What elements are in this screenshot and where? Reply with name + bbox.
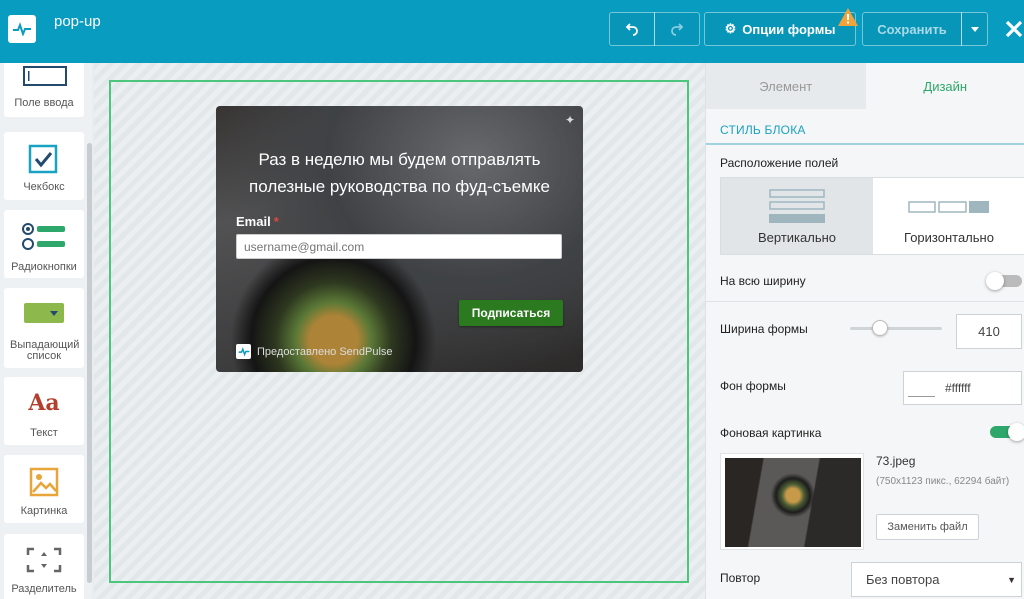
palette-item-label: Чекбокс — [23, 181, 65, 193]
editor-canvas: ✦ Раз в неделю мы будем отправлять полез… — [94, 63, 705, 599]
form-heading[interactable]: Раз в неделю мы будем отправлять полезны… — [226, 146, 573, 200]
form-width-label: Ширина формы — [720, 322, 808, 336]
sendpulse-logo-icon[interactable] — [8, 15, 36, 43]
toggle-knob — [986, 272, 1004, 290]
gear-icon: ⚙ — [724, 21, 737, 36]
palette-item-input[interactable]: Поле ввода — [4, 63, 84, 117]
repeat-select-value: Без повтора — [866, 572, 940, 587]
subscribe-button[interactable]: Подписаться — [459, 300, 563, 326]
layout-horizontal-label: Горизонтально — [904, 230, 994, 245]
form-bg-label: Фон формы — [720, 379, 786, 393]
pin-icon[interactable]: ✦ — [565, 113, 575, 127]
tab-design[interactable]: Дизайн — [865, 63, 1024, 109]
email-input[interactable] — [236, 234, 562, 259]
field-layout-selector: Вертикально Горизонтально — [720, 177, 1024, 255]
bg-image-label: Фоновая картинка — [720, 426, 822, 440]
text-icon: Aa — [28, 390, 60, 416]
form-bg-color-value[interactable]: #ffffff — [945, 381, 971, 395]
section-title[interactable]: СТИЛЬ БЛОКА — [720, 123, 806, 137]
image-icon — [29, 467, 59, 497]
field-layout-label: Расположение полей — [720, 156, 839, 170]
redo-button[interactable] — [654, 12, 700, 46]
close-icon[interactable] — [1004, 17, 1024, 41]
radio-buttons-icon — [22, 223, 65, 250]
top-bar: pop-up ⚙ Опции формы Сохранить — [0, 0, 1024, 63]
palette-item-label: Выпадающий список — [10, 339, 80, 362]
checkbox-icon — [28, 144, 58, 174]
form-options-button[interactable]: ⚙ Опции формы — [704, 12, 856, 46]
form-width-input[interactable]: 410 — [956, 314, 1022, 349]
settings-panel: Элемент Дизайн СТИЛЬ БЛОКА Расположение … — [705, 63, 1024, 599]
palette-item-label: Текст — [30, 427, 58, 439]
repeat-label: Повтор — [720, 571, 761, 585]
palette-item-divider[interactable]: Разделитель — [4, 534, 84, 599]
layout-vertical-label: Вертикально — [757, 230, 837, 245]
redo-icon — [671, 23, 684, 36]
layout-horizontal-option[interactable]: Горизонтально — [873, 178, 1024, 254]
warning-icon[interactable] — [837, 7, 859, 27]
panel-tabs: Элемент Дизайн — [706, 63, 1024, 109]
form-preview[interactable]: ✦ Раз в неделю мы будем отправлять полез… — [216, 106, 583, 372]
chevron-down-icon: ▼ — [1007, 575, 1016, 585]
replace-file-button[interactable]: Заменить файл — [876, 514, 979, 540]
powered-by-text: Предоставлено SendPulse — [257, 345, 393, 358]
divider-icon — [26, 547, 62, 573]
form-bg-color-picker[interactable]: #ffffff — [903, 371, 1022, 405]
bg-image-file-name: 73.jpeg — [876, 454, 916, 468]
form-width-slider[interactable] — [850, 327, 942, 330]
bg-image-file-meta: (750x1123 пикс., 62294 байт) — [876, 476, 1010, 487]
save-button[interactable]: Сохранить — [862, 12, 962, 46]
sendpulse-logo-icon — [236, 344, 251, 359]
form-title: pop-up — [54, 13, 101, 30]
color-swatch[interactable] — [908, 379, 935, 397]
palette-item-dropdown[interactable]: Выпадающий список — [4, 288, 84, 368]
layout-vertical-option[interactable]: Вертикально — [721, 178, 873, 254]
full-width-label: На всю ширину — [720, 274, 806, 288]
tab-element[interactable]: Элемент — [706, 63, 866, 109]
powered-by[interactable]: Предоставлено SendPulse — [236, 344, 393, 359]
palette-item-radio[interactable]: Радиокнопки — [4, 210, 84, 278]
palette-item-label: Разделитель — [11, 583, 77, 595]
horizontal-layout-icon — [908, 201, 989, 213]
divider — [706, 301, 1024, 302]
input-field-icon — [23, 66, 67, 86]
form-options-label: Опции формы — [742, 21, 836, 37]
save-dropdown-button[interactable] — [961, 12, 988, 46]
email-label: Email * — [236, 214, 279, 229]
palette-item-text[interactable]: Aa Текст — [4, 377, 84, 445]
email-label-text: Email — [236, 214, 271, 229]
palette-item-image[interactable]: Картинка — [4, 455, 84, 523]
palette-item-checkbox[interactable]: Чекбокс — [4, 132, 84, 200]
vertical-layout-icon — [769, 189, 825, 223]
palette-item-label: Картинка — [20, 505, 68, 517]
thumbnail-image — [725, 458, 861, 547]
undo-button[interactable] — [609, 12, 655, 46]
toggle-knob — [1008, 423, 1024, 441]
element-palette: Поле ввода Чекбокс Радиокнопки Выпадающи… — [0, 63, 92, 599]
form-width-slider-handle[interactable] — [872, 320, 888, 336]
palette-item-label: Радиокнопки — [11, 261, 77, 273]
chevron-down-icon — [970, 26, 979, 32]
palette-item-label: Поле ввода — [14, 97, 74, 109]
palette-scrollbar[interactable] — [87, 143, 92, 583]
dropdown-icon — [24, 303, 64, 323]
bg-image-toggle[interactable] — [990, 423, 1024, 441]
repeat-select[interactable]: Без повтора ▼ — [851, 562, 1022, 597]
section-divider — [706, 143, 1024, 145]
bg-image-thumbnail[interactable] — [720, 453, 864, 550]
required-mark: * — [273, 214, 279, 229]
undo-icon — [625, 23, 638, 36]
full-width-toggle[interactable] — [986, 272, 1022, 290]
